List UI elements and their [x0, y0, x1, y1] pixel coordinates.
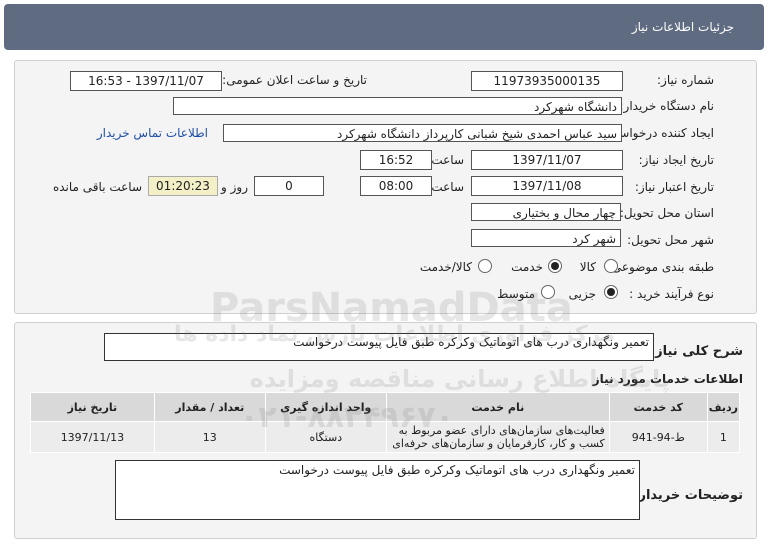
category-goods-radio[interactable] [604, 259, 618, 273]
remaining-time-field: 01:20:23 [148, 176, 218, 196]
cell-row: 1 [706, 421, 741, 453]
cell-unit: دستگاه [264, 421, 387, 453]
category-goods-label: کالا [579, 260, 596, 274]
province-field: چهار محال و بختیاری [471, 203, 621, 221]
table-row: 1 ط-94-941 فعالیت‌های سازمان‌های دارای ع… [30, 421, 741, 453]
validity-time-label: ساعت [431, 180, 464, 194]
days-label: روز و [221, 180, 248, 194]
page-title: جزئیات اطلاعات نیاز [631, 20, 734, 34]
buyer-org-field: دانشگاه شهرکرد [173, 97, 622, 115]
city-label: شهر محل تحویل: [627, 233, 714, 247]
process-label: نوع فرآیند خرید : [629, 287, 714, 301]
need-number-label: شماره نیاز: [657, 73, 714, 87]
buyer-notes-label: توضیحات خریدار: [633, 488, 743, 503]
create-date-field: 1397/11/07 [471, 150, 623, 170]
buyer-notes-field: تعمیر ونگهداری درب های اتوماتیک وکرکره ط… [115, 460, 640, 520]
category-service-label: خدمت [511, 260, 543, 274]
cell-service-code: ط-94-941 [608, 421, 708, 453]
contact-info-link[interactable]: اطلاعات تماس خریدار [97, 126, 208, 140]
summary-label: شرح کلی نیاز: [649, 344, 743, 359]
category-goods-service-radio[interactable] [478, 259, 492, 273]
process-medium-label: متوسط [497, 287, 535, 301]
summary-field: تعمیر ونگهداری درب های اتوماتیک وکرکره ط… [104, 333, 654, 361]
announce-label: تاریخ و ساعت اعلان عمومی: [222, 73, 367, 87]
need-number-field: 11973935000135 [471, 71, 623, 91]
category-service-radio[interactable] [548, 259, 562, 273]
validity-date-label: تاریخ اعتبار نیاز: [634, 180, 714, 194]
city-field: شهر کرد [471, 229, 621, 247]
process-minor-radio[interactable] [604, 285, 618, 299]
category-goods-service-label: کالا/خدمت [419, 260, 472, 274]
col-unit: واحد اندازه گیری [264, 392, 387, 422]
services-title: اطلاعات خدمات مورد نیاز [592, 372, 743, 386]
buyer-org-label: نام دستگاه خریدار: [619, 99, 715, 113]
create-time-field: 16:52 [360, 150, 432, 170]
creator-field: سید عباس احمدی شیخ شبانی کارپرداز دانشگا… [223, 124, 622, 142]
create-date-label: تاریخ ایجاد نیاز: [638, 153, 714, 167]
cell-need-date: 1397/11/13 [30, 421, 155, 453]
create-time-label: ساعت [431, 153, 464, 167]
validity-date-field: 1397/11/08 [471, 176, 623, 196]
province-label: استان محل تحویل: [619, 206, 714, 220]
services-header-row: ردیف کد خدمت نام خدمت واحد اندازه گیری ت… [30, 392, 741, 422]
process-minor-label: جزیی [568, 287, 596, 301]
cell-quantity: 13 [153, 421, 266, 453]
col-need-date: تاریخ نیاز [30, 392, 155, 422]
services-table: ردیف کد خدمت نام خدمت واحد اندازه گیری ت… [30, 392, 741, 453]
col-service-name: نام خدمت [385, 392, 610, 422]
cell-service-name: فعالیت‌های سازمان‌های دارای عضو مربوط به… [385, 421, 610, 453]
remaining-label: ساعت باقی مانده [52, 180, 142, 194]
col-service-code: کد خدمت [608, 392, 708, 422]
category-label: طبقه بندی موضوعی: [607, 260, 714, 274]
remaining-days-field: 0 [254, 176, 324, 196]
announce-datetime-field: 1397/11/07 - 16:53 [70, 71, 222, 91]
col-row: ردیف [706, 392, 741, 422]
validity-time-field: 08:00 [360, 176, 432, 196]
process-medium-radio[interactable] [541, 285, 555, 299]
page-header: جزئیات اطلاعات نیاز [4, 4, 764, 50]
col-quantity: تعداد / مقدار [153, 392, 266, 422]
